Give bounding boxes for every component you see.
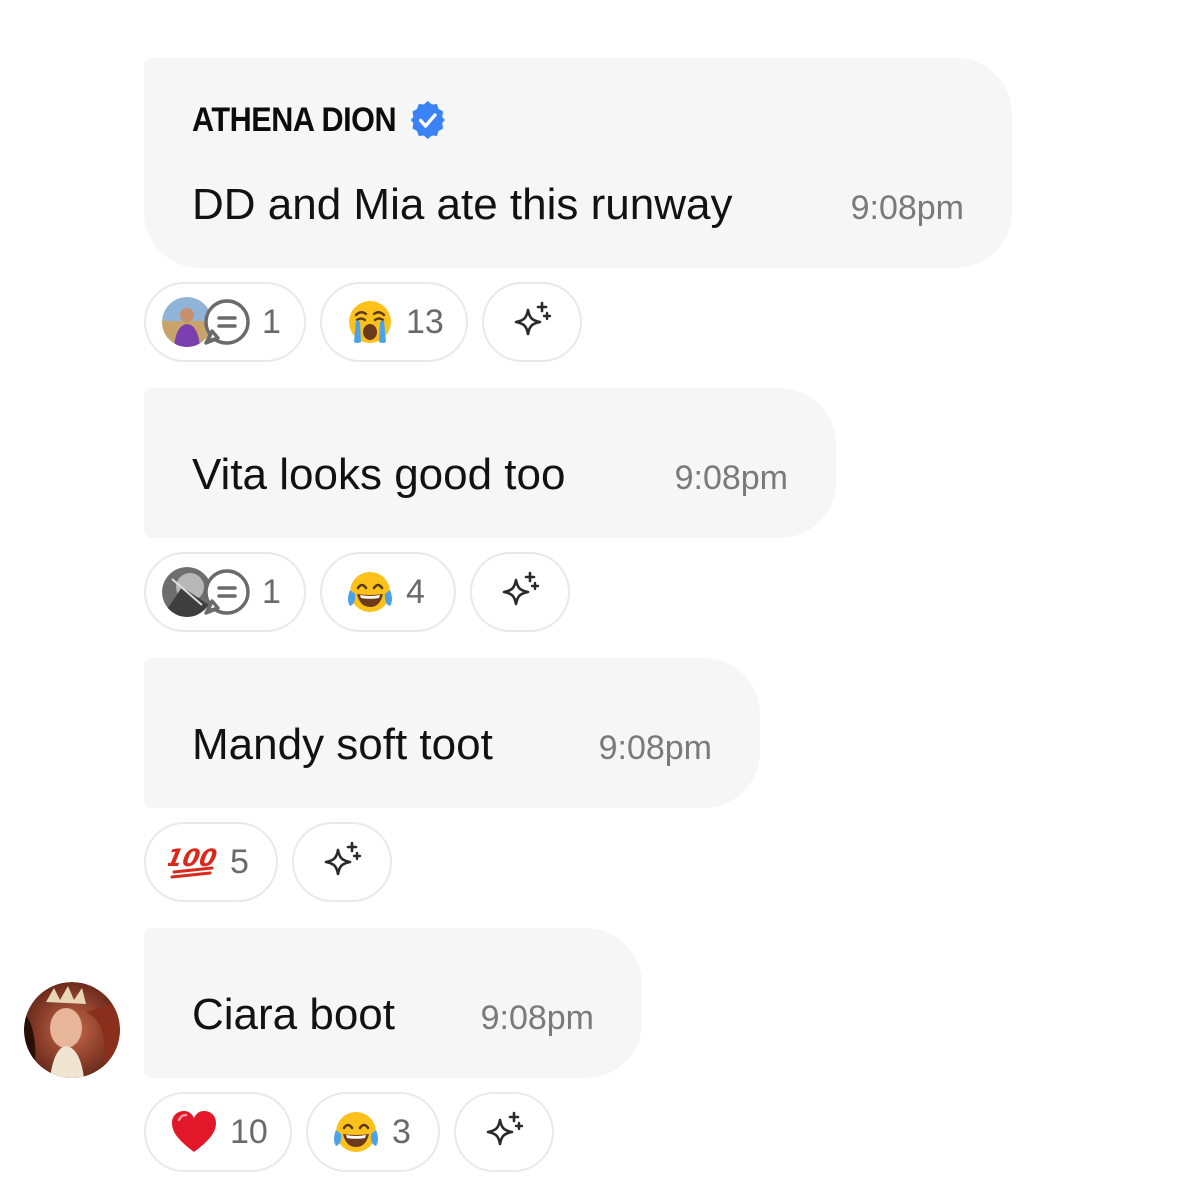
reaction-count: 4	[406, 572, 425, 611]
thread-reply-icon	[202, 567, 252, 617]
message-timestamp: 9:08pm	[480, 999, 594, 1037]
verified-badge-icon	[410, 101, 445, 139]
message-bubble[interactable]: Ciara boot 9:08pm	[144, 928, 642, 1078]
face-with-tears-of-joy-icon	[330, 1106, 382, 1158]
message-text: Ciara boot	[192, 990, 396, 1039]
hundred-points-icon	[168, 836, 220, 888]
message-content: DD and Mia ate this runway 9:08pm	[192, 180, 964, 230]
reaction-row: 5	[144, 822, 392, 902]
reaction-button[interactable]: 5	[144, 822, 278, 902]
thread-replies-button[interactable]: 1	[144, 282, 306, 362]
message-text: Mandy soft toot	[192, 720, 493, 769]
message-bubble[interactable]: Vita looks good too 9:08pm	[144, 388, 836, 538]
sparkle-icon	[508, 298, 556, 346]
message-bubble[interactable]: ATHENA DION DD and Mia ate this runway 9…	[144, 58, 1012, 268]
sparkle-icon	[480, 1108, 528, 1156]
message-timestamp: 9:08pm	[850, 189, 964, 227]
add-reaction-button[interactable]	[292, 822, 392, 902]
reaction-button[interactable]: 4	[320, 552, 456, 632]
reaction-count: 3	[392, 1112, 411, 1151]
sender-name: ATHENA DION	[192, 100, 397, 139]
message-text: DD and Mia ate this runway	[192, 180, 733, 229]
thread-reply-count: 1	[262, 572, 281, 611]
message-timestamp: 9:08pm	[598, 729, 712, 767]
reaction-row: 10 3	[144, 1092, 554, 1172]
add-reaction-button[interactable]	[482, 282, 582, 362]
reaction-count: 13	[406, 302, 444, 341]
message-content: Mandy soft toot 9:08pm	[192, 720, 712, 770]
add-reaction-button[interactable]	[470, 552, 570, 632]
reaction-button[interactable]: 3	[306, 1092, 440, 1172]
reaction-button[interactable]: 13	[320, 282, 468, 362]
reaction-row: 1 13	[144, 282, 582, 362]
reaction-count: 10	[230, 1112, 268, 1151]
message-bubble[interactable]: Mandy soft toot 9:08pm	[144, 658, 760, 808]
face-with-tears-of-joy-icon	[344, 566, 396, 618]
reaction-count: 5	[230, 842, 249, 881]
message-content: Vita looks good too 9:08pm	[192, 450, 788, 500]
sender-avatar[interactable]	[24, 982, 120, 1078]
sparkle-icon	[318, 838, 366, 886]
sparkle-icon	[496, 568, 544, 616]
reaction-button[interactable]: 10	[144, 1092, 292, 1172]
reaction-row: 1 4	[144, 552, 570, 632]
thread-reply-count: 1	[262, 302, 281, 341]
message-text: Vita looks good too	[192, 450, 566, 499]
sender-name-row: ATHENA DION	[192, 98, 447, 142]
thread-reply-icon	[202, 297, 252, 347]
message-content: Ciara boot 9:08pm	[192, 990, 594, 1040]
add-reaction-button[interactable]	[454, 1092, 554, 1172]
thread-replies-button[interactable]: 1	[144, 552, 306, 632]
loudly-crying-face-icon	[344, 296, 396, 348]
message-timestamp: 9:08pm	[674, 459, 788, 497]
red-heart-icon	[168, 1106, 220, 1158]
